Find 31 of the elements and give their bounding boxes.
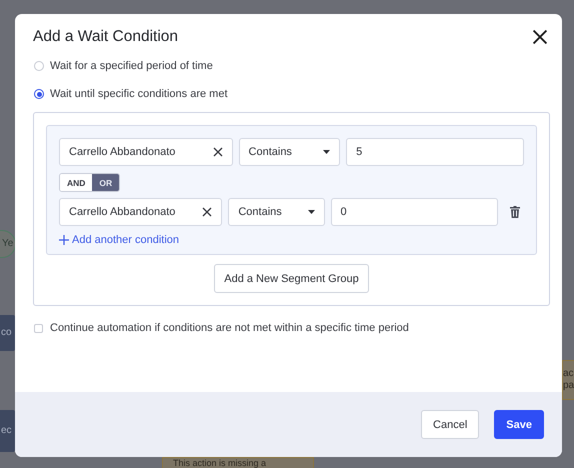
close-icon <box>532 29 548 45</box>
workflow-node: co <box>0 315 15 351</box>
value-input[interactable]: 5 <box>346 138 524 166</box>
trash-icon <box>510 206 520 218</box>
close-button[interactable] <box>532 29 548 45</box>
action-note: This action is missing a <box>162 457 314 468</box>
logic-option[interactable]: AND <box>60 174 92 191</box>
field-select[interactable]: Carrello Abbandonato <box>59 138 233 166</box>
workflow-node: Ye <box>0 230 16 258</box>
operator-select[interactable]: Contains <box>228 198 325 226</box>
add-group-button[interactable]: Add a New Segment Group <box>214 264 369 293</box>
operator-select[interactable]: Contains <box>238 138 340 166</box>
value-input[interactable]: 0 <box>330 198 498 226</box>
option-label: Wait until specific conditions are met <box>50 88 228 100</box>
field-select[interactable]: Carrello Abbandonato <box>59 198 222 226</box>
plus-icon <box>59 235 69 245</box>
caret-icon <box>308 210 315 214</box>
clear-icon <box>212 147 223 157</box>
checkbox-label: Continue automation if conditions are not met within a specific time period <box>50 322 409 334</box>
action-note: ac pa <box>562 360 574 400</box>
radio-button[interactable] <box>34 89 44 99</box>
workflow-node: ec <box>0 410 15 452</box>
caret-icon <box>323 150 330 154</box>
logic-option[interactable]: OR <box>92 174 120 191</box>
add-condition-link[interactable]: Add another condition <box>59 234 180 246</box>
clear-icon <box>202 207 212 217</box>
save-button[interactable]: Save <box>494 410 544 439</box>
option-label: Wait for a specified period of time <box>50 60 213 72</box>
checkbox[interactable] <box>34 324 43 332</box>
dialog-title: Add a Wait Condition <box>33 28 178 46</box>
cancel-button[interactable]: Cancel <box>421 410 480 439</box>
